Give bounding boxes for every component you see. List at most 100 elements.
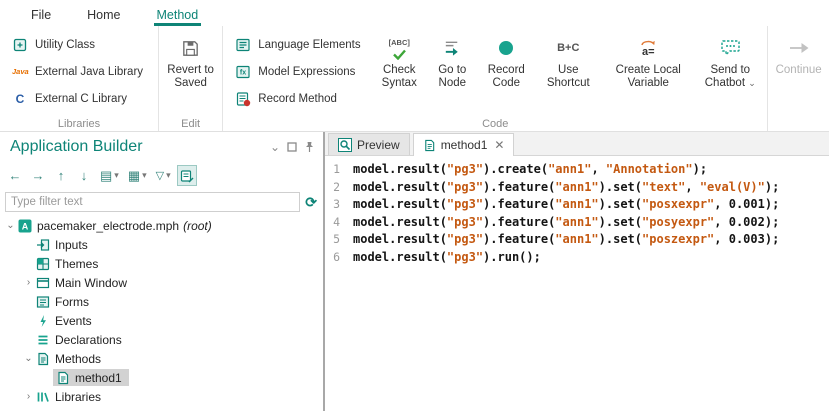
filter-dropdown[interactable]: ▽▾	[153, 165, 174, 186]
ribbon-group-code: Language Elements fx Model Expressions R…	[223, 26, 768, 131]
use-shortcut-icon: B+C	[557, 35, 579, 61]
send-to-chatbot-label: Send to Chatbot	[705, 64, 750, 89]
list-view-icon: ▤	[100, 168, 112, 184]
tree-item-root[interactable]: ⌄ A pacemaker_electrode.mph (root)	[0, 216, 323, 235]
code-line[interactable]: 6model.result("pg3").run();	[325, 249, 829, 267]
line-number: 4	[325, 214, 353, 232]
code-text: model.result("pg3").feature("ann1").set(…	[353, 231, 779, 249]
forms-icon	[35, 294, 50, 309]
grid-view-icon: ▦	[128, 168, 140, 184]
tree-item-method1[interactable]: method1	[0, 368, 323, 387]
panel-menu-chevron-icon[interactable]: ⌄	[270, 140, 280, 154]
record-code-button[interactable]: Record Code	[481, 31, 531, 115]
tree-item-libraries[interactable]: › Libraries	[0, 387, 323, 406]
save-icon	[180, 35, 201, 61]
move-up-button[interactable]: ↑	[51, 165, 71, 186]
ribbon-group-libraries: Utility Class Java External Java Library…	[0, 26, 159, 131]
panel-title: Application Builder	[10, 138, 263, 156]
funnel-icon: ▽	[156, 169, 164, 182]
tab-method1-label: method1	[441, 138, 488, 152]
line-number: 6	[325, 249, 353, 267]
code-line[interactable]: 3model.result("pg3").feature("ann1").set…	[325, 196, 829, 214]
tab-home[interactable]: Home	[84, 4, 123, 26]
send-to-chatbot-button[interactable]: Send to Chatbot ⌄	[699, 31, 761, 115]
code-text: model.result("pg3").create("ann1", "Anno…	[353, 161, 707, 179]
external-c-library-button[interactable]: C External C Library	[6, 85, 152, 112]
tree-item-label: Methods	[55, 352, 101, 366]
view-options-dropdown[interactable]: ▤▾	[97, 165, 122, 186]
tab-file[interactable]: File	[28, 4, 54, 26]
tab-method[interactable]: Method	[154, 4, 202, 26]
tab-preview[interactable]: Preview	[328, 133, 410, 155]
continue-arrow-icon	[787, 35, 811, 61]
tree-item-main-window[interactable]: › Main Window	[0, 273, 323, 292]
use-shortcut-button[interactable]: B+C Use Shortcut	[539, 31, 597, 115]
panel-header: Application Builder ⌄	[0, 132, 323, 162]
code-area[interactable]: 1model.result("pg3").create("ann1", "Ann…	[325, 156, 829, 411]
tree-item-themes[interactable]: Themes	[0, 254, 323, 273]
revert-to-saved-button[interactable]: Revert to Saved	[165, 31, 216, 90]
group-options-dropdown[interactable]: ▦▾	[125, 165, 150, 186]
close-tab-icon[interactable]: ✕	[494, 138, 504, 152]
refresh-icon[interactable]: ⟳	[305, 194, 317, 211]
chatbot-icon	[720, 35, 741, 61]
line-number: 3	[325, 196, 353, 214]
collapse-caret-icon[interactable]: ⌄	[22, 353, 35, 364]
tree-item-methods[interactable]: ⌄ Methods	[0, 349, 323, 368]
external-java-library-label: External Java Library	[35, 66, 143, 78]
line-number: 1	[325, 161, 353, 179]
tree-item-suffix: (root)	[183, 219, 212, 233]
model-expressions-button[interactable]: fx Model Expressions	[229, 58, 369, 85]
up-arrow-icon: ↑	[58, 168, 65, 183]
selection-highlight: method1	[53, 369, 129, 386]
tree-item-declarations[interactable]: Declarations	[0, 330, 323, 349]
create-local-variable-button[interactable]: a= Create Local Variable	[605, 31, 691, 115]
collapse-caret-icon[interactable]: ⌄	[4, 220, 17, 231]
tree-item-label: Inputs	[55, 238, 88, 252]
forward-button[interactable]: →	[28, 165, 48, 186]
external-java-library-button[interactable]: Java External Java Library	[6, 58, 152, 85]
code-line[interactable]: 4model.result("pg3").feature("ann1").set…	[325, 214, 829, 232]
model-expressions-icon: fx	[235, 64, 251, 80]
expand-caret-icon[interactable]: ›	[22, 277, 35, 288]
code-line[interactable]: 5model.result("pg3").feature("ann1").set…	[325, 231, 829, 249]
line-number: 5	[325, 231, 353, 249]
check-syntax-label: Check Syntax	[375, 64, 423, 90]
libraries-icon	[35, 389, 50, 404]
tree-toolbar: ← → ↑ ↓ ▤▾ ▦▾ ▽▾	[0, 162, 323, 189]
ribbon-group-edit: Revert to Saved Edit	[159, 26, 223, 131]
chevron-down-icon: ▾	[166, 170, 171, 181]
tab-method1[interactable]: method1 ✕	[413, 133, 515, 156]
utility-class-button[interactable]: Utility Class	[6, 31, 152, 58]
tree-item-forms[interactable]: Forms	[0, 292, 323, 311]
code-line[interactable]: 1model.result("pg3").create("ann1", "Ann…	[325, 161, 829, 179]
create-local-variable-icon: a=	[640, 35, 656, 61]
record-method-icon	[235, 91, 251, 107]
continue-button[interactable]: Continue	[774, 31, 823, 77]
editor-tools-toggle[interactable]	[177, 165, 197, 186]
tree-item-label: Declarations	[55, 333, 122, 347]
check-syntax-button[interactable]: [ABC] Check Syntax	[375, 31, 423, 115]
forward-arrow-icon: →	[32, 168, 45, 183]
language-elements-icon	[235, 37, 251, 53]
main-window-icon	[35, 275, 50, 290]
model-expressions-label: Model Expressions	[258, 66, 355, 78]
pin-panel-icon[interactable]	[304, 141, 315, 153]
tree-item-events[interactable]: Events	[0, 311, 323, 330]
chevron-down-icon: ▾	[114, 170, 119, 181]
chevron-down-icon: ▾	[142, 170, 147, 181]
record-method-button[interactable]: Record Method	[229, 85, 369, 112]
back-button[interactable]: ←	[5, 165, 25, 186]
line-number: 2	[325, 179, 353, 197]
tree-item-inputs[interactable]: Inputs	[0, 235, 323, 254]
filter-input[interactable]	[5, 192, 300, 212]
language-elements-button[interactable]: Language Elements	[229, 31, 369, 58]
chevron-down-icon: ⌄	[748, 78, 756, 88]
move-down-button[interactable]: ↓	[74, 165, 94, 186]
code-line[interactable]: 2model.result("pg3").feature("ann1").set…	[325, 179, 829, 197]
go-to-node-button[interactable]: Go to Node	[431, 31, 473, 115]
expand-caret-icon[interactable]: ›	[22, 391, 35, 402]
float-panel-icon[interactable]	[287, 142, 297, 152]
editor-tab-bar: Preview method1 ✕	[325, 132, 829, 156]
comsol-application-builder-window: File Home Method Utility Class Java Exte…	[0, 0, 829, 412]
